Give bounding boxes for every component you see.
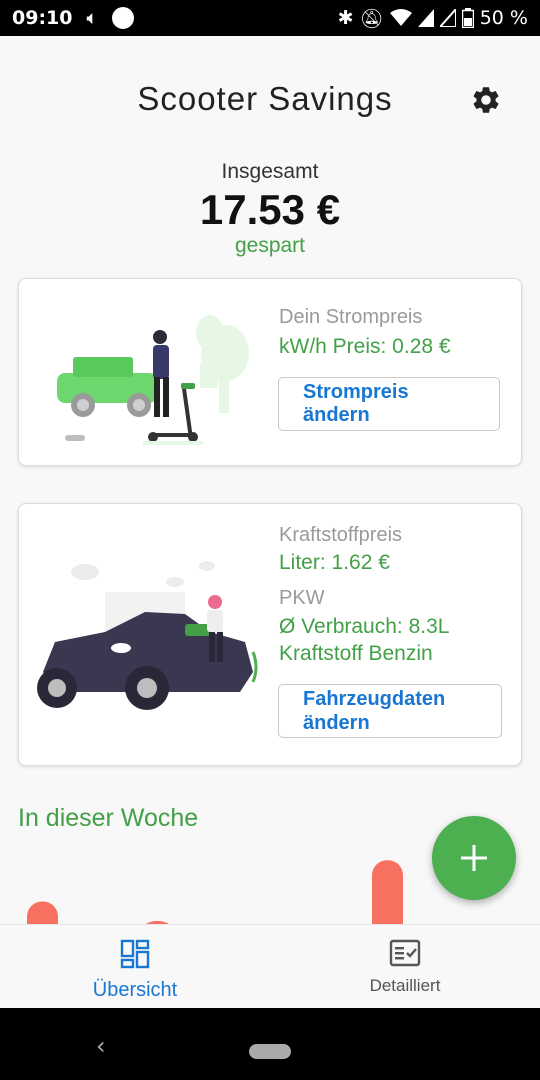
week-bar [27,901,58,924]
summary-label: Insgesamt [221,160,319,183]
bottom-navigation: Übersicht Detailliert [0,924,540,1008]
electricity-price: kW/h Preis: 0.28 € [279,335,451,358]
fact-check-icon [389,939,421,967]
scooter-illustration [57,315,249,445]
battery-percent: 50 % [479,7,528,29]
fuel-price: Liter: 1.62 € [279,551,390,574]
notification-dot-icon [111,7,134,29]
mute-icon: 🔕︎ [359,7,384,30]
fuel-card: Kraftstoffpreis Liter: 1.62 € PKW Ø Verb… [18,503,522,766]
status-bar: 09:10 🔈︎ ✱ 🔕︎ 50 % [0,0,540,36]
home-pill[interactable] [249,1044,291,1059]
signal-icon [417,9,434,27]
summary-amount: 17.53 € [199,186,341,233]
volume-icon: 🔈︎ [86,7,98,29]
savings-summary: Insgesamt 17.53 € gespart [0,160,540,258]
car-illustration [37,561,258,710]
change-vehicle-data-button[interactable]: Fahrzeugdaten ändern [278,684,502,738]
back-icon[interactable]: ‹ [96,1032,106,1060]
fuel-type: Kraftstoff Benzin [279,642,433,665]
fuel-consumption: Ø Verbrauch: 8.3L [279,615,450,638]
week-title: In dieser Woche [18,804,199,832]
signal-icon-2 [439,9,456,27]
system-navigation: ‹ [0,1008,540,1080]
settings-button[interactable] [466,80,506,120]
nav-overview[interactable]: Übersicht [35,939,235,1002]
electricity-card: Dein Strompreis kW/h Preis: 0.28 € Strom… [18,278,522,466]
battery-icon [461,8,474,28]
change-electricity-price-button[interactable]: Strompreis ändern [278,377,500,431]
dashboard-icon [120,939,150,969]
gear-icon [473,87,499,113]
status-time: 09:10 [12,7,73,29]
electricity-label: Dein Strompreis [279,306,423,328]
fuel-price-label: Kraftstoffpreis [279,524,403,546]
bluetooth-icon: ✱ [337,7,354,29]
wifi-icon [389,9,412,26]
app-title: Scooter Savings [137,80,393,117]
nav-overview-label: Übersicht [92,979,178,1001]
plus-icon [461,845,487,871]
nav-detail[interactable]: Detailliert [305,939,505,996]
week-bar [372,860,403,924]
add-button[interactable] [432,816,516,900]
nav-detail-label: Detailliert [369,976,441,995]
vehicle-type: PKW [279,587,325,609]
summary-sub: gespart [234,234,306,257]
